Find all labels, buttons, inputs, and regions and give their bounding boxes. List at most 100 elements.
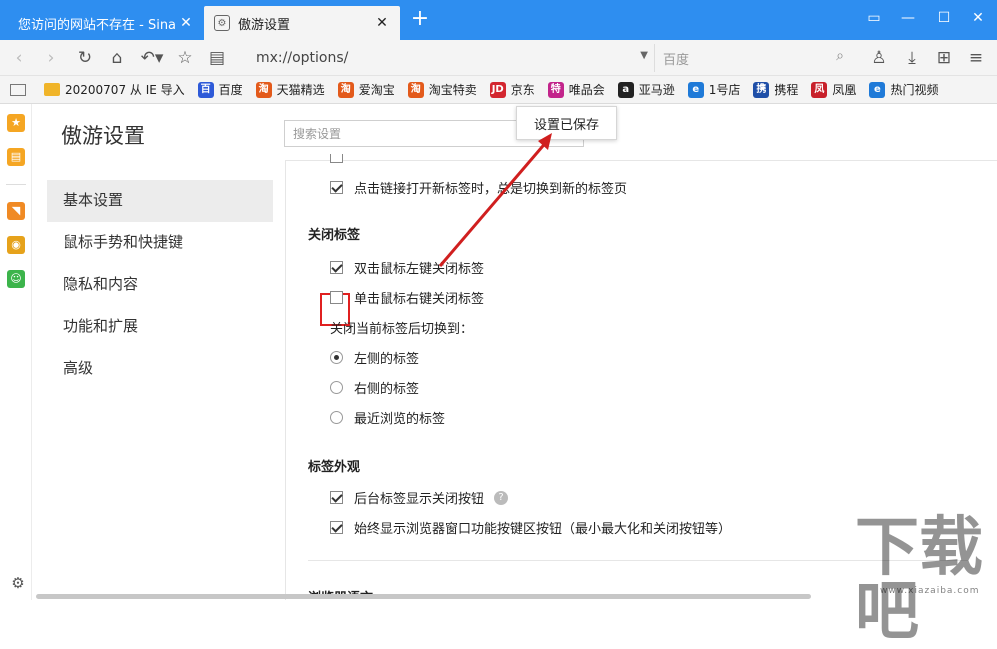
refresh-button[interactable]: ↻ (74, 47, 96, 69)
bookmark-label: 天猫精选 (276, 83, 325, 97)
partial-checkbox-row (330, 154, 354, 164)
radio[interactable] (330, 381, 343, 394)
bookmark-label: 携程 (774, 83, 799, 97)
favorites-star-icon[interactable]: ★ (7, 114, 25, 132)
setting-always-show-window-btns[interactable]: 始终显示浏览器窗口功能按键区按钮（最小最大化和关闭按钮等） (330, 518, 731, 537)
bookmarks-bar: 20200707 从 IE 导入百百度淘天猫精选淘爱淘宝淘淘宝特卖 JD 京东特唯品… (0, 76, 997, 104)
vertical-divider (285, 160, 286, 600)
notes-icon[interactable]: ▤ (7, 148, 25, 166)
toast-text: 设置已保存 (533, 117, 599, 133)
menu-item-advanced[interactable]: 高级 (47, 348, 273, 390)
tab-settings[interactable]: ⚙ 傲游设置 ✕ (204, 6, 400, 40)
chevron-down-icon[interactable]: ▼ (640, 50, 648, 61)
rss-icon[interactable]: ◥ (7, 202, 25, 220)
tab-sina[interactable]: 您访问的网站不存在 - Sina A ✕ (8, 6, 204, 40)
radio-label: 左侧的标签 (354, 352, 420, 367)
setting-label: 双击鼠标左键关闭标签 (354, 262, 485, 277)
bookmark-item[interactable]: 特唯品会 (547, 81, 605, 98)
watermark: 下载吧 (855, 511, 983, 649)
close-icon[interactable]: ✕ (178, 15, 194, 31)
title-bar: 您访问的网站不存在 - Sina A ✕ ⚙ 傲游设置 ✕ + ▭ — ☐ ✕ (0, 0, 997, 40)
page-title: 傲游设置 (61, 124, 145, 148)
radio[interactable] (330, 351, 343, 364)
menu-item-label: 高级 (63, 359, 94, 377)
forward-button[interactable]: › (40, 47, 62, 69)
back-button[interactable]: ‹ (8, 47, 30, 69)
setting-bg-tab-close-btn[interactable]: 后台标签显示关闭按钮 ? (330, 488, 509, 507)
favorite-star-icon[interactable]: ☆ (174, 47, 196, 69)
settings-gear-icon[interactable]: ⚙ (9, 574, 27, 592)
radio-recent-tab[interactable]: 最近浏览的标签 (330, 408, 445, 427)
bookmark-label: 爱淘宝 (358, 83, 395, 97)
new-tab-button[interactable]: + (410, 8, 430, 30)
home-button[interactable]: ⌂ (106, 47, 128, 69)
setting-label: 单击鼠标右键关闭标签 (354, 292, 485, 307)
checkbox[interactable] (330, 261, 343, 274)
apps-grid-icon[interactable]: ⊞ (933, 47, 955, 69)
checkbox[interactable] (330, 521, 343, 534)
user-icon[interactable]: ♙ (868, 47, 890, 69)
sidebar-toggle-icon[interactable]: ▭ (862, 10, 886, 30)
maximize-button[interactable]: ☐ (932, 10, 956, 30)
bookmark-item[interactable]: 淘天猫精选 (255, 81, 325, 98)
horizontal-scrollbar[interactable] (36, 594, 811, 599)
bookmark-item[interactable]: 凤凤凰 (811, 81, 856, 98)
checkbox[interactable] (330, 491, 343, 504)
bookmark-item[interactable]: 淘淘宝特卖 (407, 81, 477, 98)
undo-close-button[interactable]: ↶▾ (138, 47, 166, 69)
setting-label: 后台标签显示关闭按钮 (354, 492, 485, 507)
bookmark-item[interactable]: JD 京东 (489, 81, 535, 98)
weibo-icon[interactable]: ◉ (7, 236, 25, 254)
setting-right-click-close[interactable]: 单击鼠标右键关闭标签 (330, 288, 484, 307)
checkbox[interactable] (330, 291, 343, 304)
bookmark-item[interactable]: a 亚马逊 (617, 81, 675, 98)
menu-item-gestures[interactable]: 鼠标手势和快捷键 (47, 222, 273, 264)
tab-label: 傲游设置 (238, 17, 291, 33)
taobao-icon: 淘 (337, 81, 354, 98)
bookmark-label: 京东 (510, 83, 535, 97)
bookmark-item[interactable]: 20200707 从 IE 导入 (44, 81, 185, 98)
bookmark-item[interactable]: 百百度 (197, 81, 243, 98)
search-input[interactable]: 百度 ⌕ (654, 44, 854, 72)
reader-icon[interactable]: ▤ (206, 47, 228, 69)
bookmark-item[interactable]: 淘爱淘宝 (337, 81, 395, 98)
help-icon[interactable]: ? (494, 490, 509, 505)
sidebar-divider (6, 184, 26, 185)
search-placeholder: 百度 (663, 52, 690, 68)
menu-item-extensions[interactable]: 功能和扩展 (47, 306, 273, 348)
search-icon[interactable]: ⌕ (836, 48, 844, 64)
radio-label: 右侧的标签 (354, 382, 420, 397)
download-icon[interactable]: ⤓ (901, 47, 923, 69)
menu-item-label: 鼠标手势和快捷键 (63, 233, 184, 251)
bookmark-item[interactable]: e 1号店 (687, 81, 740, 98)
checkbox[interactable] (330, 154, 343, 163)
radio-right-tab[interactable]: 右侧的标签 (330, 378, 419, 397)
menu-icon[interactable]: ≡ (965, 47, 987, 69)
checkbox[interactable] (330, 181, 343, 194)
setting-double-click-close[interactable]: 双击鼠标左键关闭标签 (330, 258, 484, 277)
section-heading-close-tab: 关闭标签 (308, 228, 361, 243)
tab-label: 您访问的网站不存在 - Sina A (18, 17, 178, 33)
close-icon[interactable]: ✕ (374, 15, 390, 31)
ie-icon: e (687, 81, 704, 98)
taobao-icon: 淘 (407, 81, 424, 98)
baidu-icon: 百 (197, 81, 214, 98)
menu-item-basic[interactable]: 基本设置 (47, 180, 273, 222)
close-window-button[interactable]: ✕ (966, 10, 990, 30)
settings-page: 傲游设置 搜索设置 设置已保存 基本设置 鼠标手势和快捷键 隐私和内容 功能和扩… (33, 104, 997, 600)
address-bar[interactable]: mx://options/ ▼ (246, 44, 656, 72)
radio-left-tab[interactable]: 左侧的标签 (330, 348, 419, 367)
menu-item-privacy[interactable]: 隐私和内容 (47, 264, 273, 306)
jd-icon: JD (489, 81, 506, 98)
minimize-button[interactable]: — (896, 10, 920, 30)
bookmark-item[interactable]: e 热门视频 (869, 81, 938, 98)
sidebar-panel-icon[interactable] (10, 83, 26, 96)
smiley-icon[interactable]: ☺ (7, 270, 25, 288)
setting-label: 关闭当前标签后切换到： (330, 322, 474, 337)
radio[interactable] (330, 411, 343, 424)
phoenix-icon: 凤 (811, 81, 828, 98)
bookmark-item[interactable]: 携携程 (753, 81, 798, 98)
setting-open-new-tab[interactable]: 点击链接打开新标签时，总是切换到新的标签页 (330, 178, 627, 197)
settings-search-placeholder: 搜索设置 (293, 127, 342, 141)
left-sidebar: ★ ▤ ◥ ◉ ☺ (0, 104, 32, 600)
